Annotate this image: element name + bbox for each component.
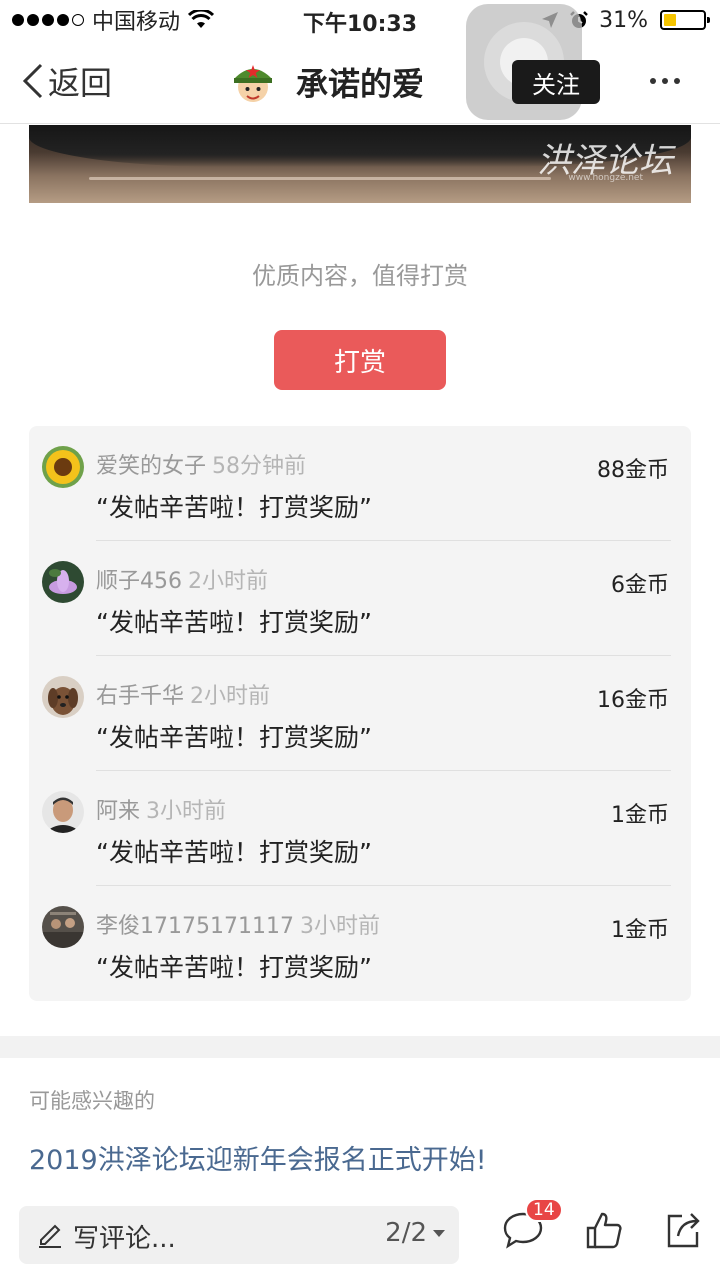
image-shine bbox=[89, 177, 551, 180]
dog-avatar bbox=[42, 676, 84, 718]
caret-down-icon bbox=[433, 1229, 445, 1237]
section-separator bbox=[0, 1036, 720, 1058]
tipper-name: 爱笑的女子 bbox=[96, 454, 207, 479]
tip-coins: 1金币 bbox=[611, 803, 669, 828]
page-selector[interactable]: 2/2 bbox=[385, 1218, 445, 1248]
tip-header: 阿来 3小时前 bbox=[96, 793, 226, 825]
author-avatar bbox=[234, 65, 272, 102]
back-label: 返回 bbox=[48, 64, 113, 102]
tip-header: 李俊17175171117 3小时前 bbox=[96, 908, 380, 940]
related-post-link[interactable]: 2019洪泽论坛迎新年会报名正式开始! bbox=[29, 1138, 487, 1177]
nav-bar: 返回 承诺的爱 关注 bbox=[0, 4, 720, 124]
more-options-icon[interactable] bbox=[650, 78, 680, 84]
share-icon[interactable] bbox=[664, 1210, 702, 1250]
tip-message: “发帖辛苦啦！打赏奖励” bbox=[96, 493, 372, 522]
tipper-name: 李俊17175171117 bbox=[96, 914, 294, 939]
nav-author[interactable]: 承诺的爱 bbox=[228, 56, 424, 108]
tip-time: 3小时前 bbox=[146, 799, 227, 824]
tip-header: 顺子456 2小时前 bbox=[96, 563, 268, 595]
tip-time: 58分钟前 bbox=[212, 454, 307, 479]
sunflower-avatar bbox=[42, 446, 84, 488]
tip-time: 2小时前 bbox=[188, 569, 268, 594]
lotus-avatar bbox=[42, 561, 84, 603]
tip-list: 爱笑的女子 58分钟前 “发帖辛苦啦！打赏奖励” 88金币 顺子456 2小时前 “… bbox=[29, 426, 691, 1001]
battery-icon bbox=[660, 10, 710, 30]
tip-item[interactable]: 阿来 3小时前 “发帖辛苦啦！打赏奖励” 1金币 bbox=[29, 771, 691, 886]
follow-button[interactable]: 关注 bbox=[512, 60, 600, 104]
tip-message: “发帖辛苦啦！打赏奖励” bbox=[96, 838, 372, 867]
chevron-left-icon bbox=[22, 63, 43, 99]
comment-placeholder: 写评论... bbox=[73, 1224, 176, 1254]
tip-header: 爱笑的女子 58分钟前 bbox=[96, 448, 306, 480]
reward-prompt: 优质内容，值得打赏 bbox=[252, 262, 468, 290]
tipper-name: 右手千华 bbox=[96, 684, 185, 709]
tip-message: “发帖辛苦啦！打赏奖励” bbox=[96, 723, 372, 752]
tip-time: 2小时前 bbox=[190, 684, 271, 709]
post-image[interactable]: 洪泽论坛 www.hongze.net bbox=[29, 125, 691, 203]
thumbs-up-icon[interactable] bbox=[584, 1210, 624, 1250]
battery-percent: 31% bbox=[599, 7, 648, 33]
page-indicator: 2/2 bbox=[385, 1218, 427, 1248]
status-bar: 中国移动 下午10:33 31% bbox=[0, 0, 720, 40]
back-button[interactable]: 返回 bbox=[22, 58, 112, 104]
tip-coins: 88金币 bbox=[597, 458, 669, 483]
tip-coins: 1金币 bbox=[611, 918, 669, 943]
tip-coins: 16金币 bbox=[597, 688, 669, 713]
forum-watermark-url: www.hongze.net bbox=[568, 173, 643, 183]
tipper-name: 顺子456 bbox=[96, 569, 182, 594]
tip-item[interactable]: 顺子456 2小时前 “发帖辛苦啦！打赏奖励” 6金币 bbox=[29, 541, 691, 656]
tip-message: “发帖辛苦啦！打赏奖励” bbox=[96, 953, 372, 982]
author-name: 承诺的爱 bbox=[296, 65, 425, 103]
reward-button[interactable]: 打赏 bbox=[274, 330, 446, 390]
comment-count-badge: 14 bbox=[525, 1198, 563, 1222]
battery-level-fill bbox=[664, 14, 676, 26]
pencil-icon bbox=[39, 1224, 61, 1248]
tip-item[interactable]: 李俊17175171117 3小时前 “发帖辛苦啦！打赏奖励” 1金币 bbox=[29, 886, 691, 1001]
tip-coins: 6金币 bbox=[611, 573, 669, 598]
group-photo-avatar bbox=[42, 906, 84, 948]
tip-header: 右手千华 2小时前 bbox=[96, 678, 270, 710]
man-portrait-avatar bbox=[42, 791, 84, 833]
tipper-name: 阿来 bbox=[96, 799, 141, 824]
comment-input[interactable]: 写评论... 2/2 bbox=[19, 1206, 459, 1264]
tip-message: “发帖辛苦啦！打赏奖励” bbox=[96, 608, 372, 637]
interest-section-label: 可能感兴趣的 bbox=[29, 1089, 155, 1113]
tip-time: 3小时前 bbox=[299, 914, 380, 939]
bottom-toolbar: 写评论... 2/2 bbox=[0, 1196, 720, 1280]
tip-item[interactable]: 爱笑的女子 58分钟前 “发帖辛苦啦！打赏奖励” 88金币 bbox=[29, 426, 691, 541]
tip-item[interactable]: 右手千华 2小时前 “发帖辛苦啦！打赏奖励” 16金币 bbox=[29, 656, 691, 771]
